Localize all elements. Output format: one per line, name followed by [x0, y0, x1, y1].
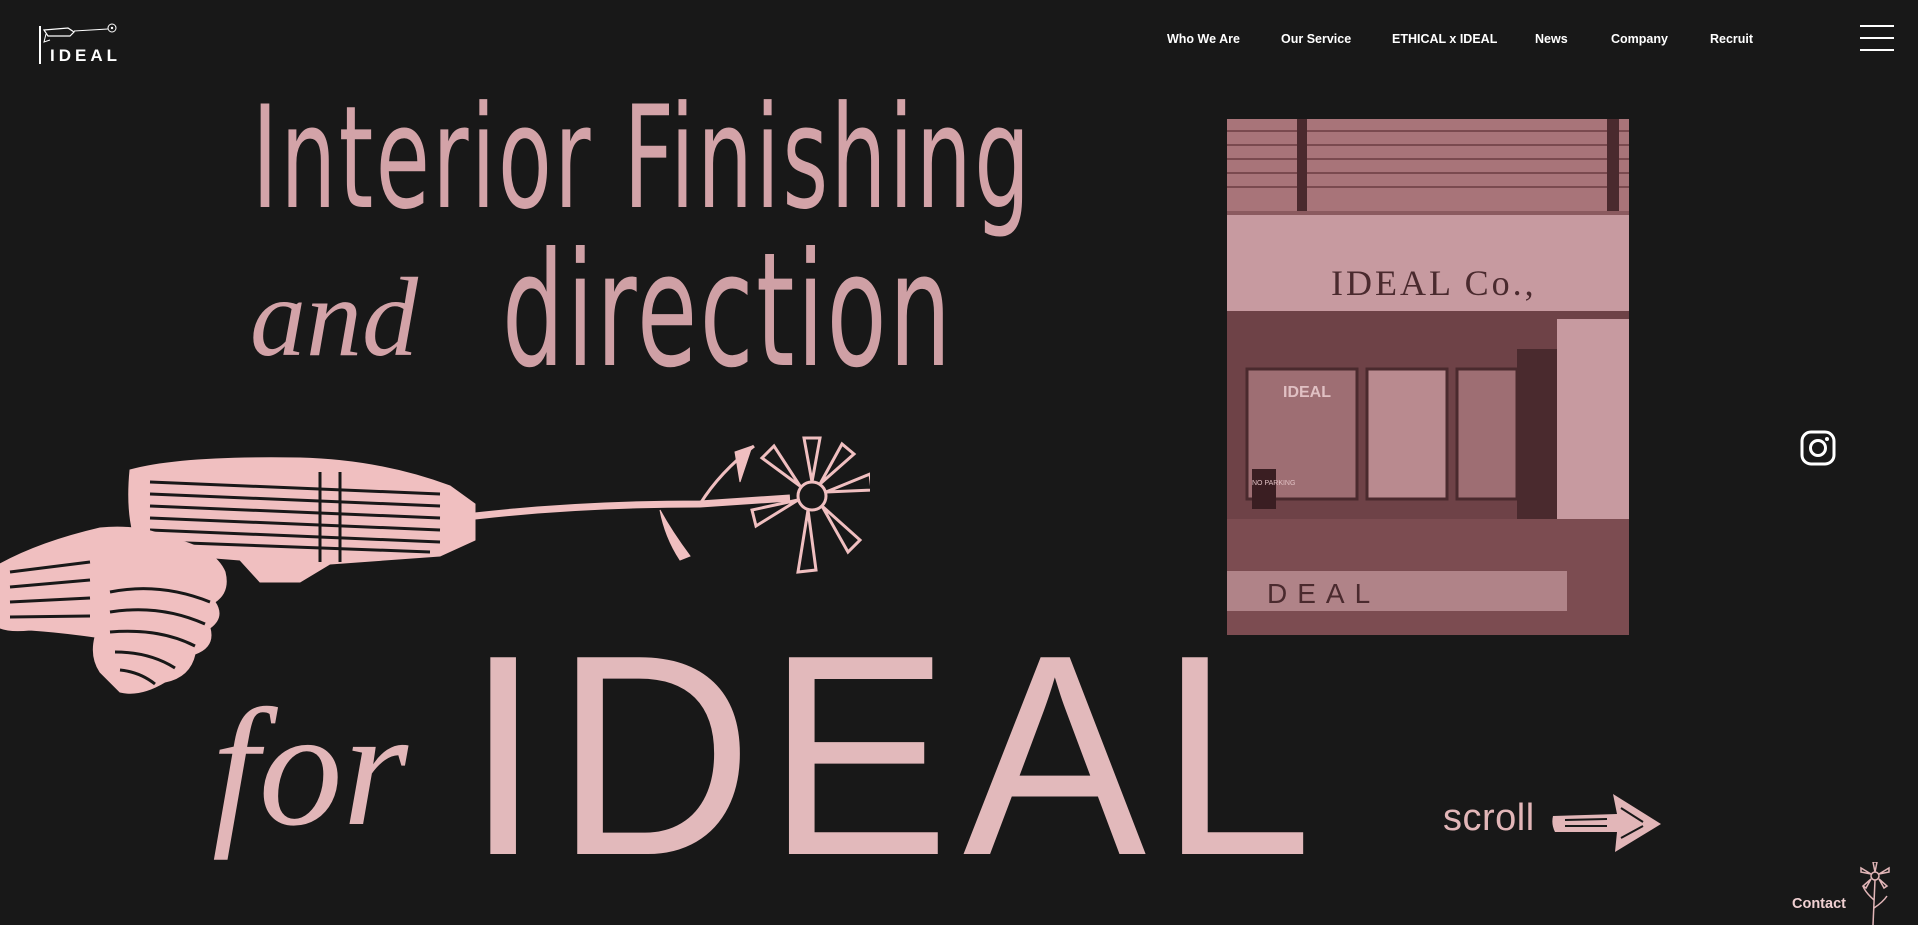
photo-sign-text: IDEAL Co., — [1331, 263, 1537, 303]
site-logo[interactable]: IDEAL — [38, 22, 122, 66]
photo-window-text: IDEAL — [1283, 384, 1331, 401]
nav-who-we-are[interactable]: Who We Are — [1167, 32, 1240, 46]
headline-and: and — [250, 256, 418, 380]
nav-news[interactable]: News — [1535, 32, 1568, 46]
nav-recruit[interactable]: Recruit — [1710, 32, 1753, 46]
headline-brand: IDEAL — [465, 595, 1326, 915]
scroll-indicator[interactable]: scroll — [1443, 794, 1661, 852]
contact-link[interactable]: Contact — [1792, 896, 1846, 912]
scroll-label: scroll — [1443, 797, 1535, 839]
photo-floor-text: DEAL — [1267, 578, 1380, 609]
storefront-photo: IDEAL Co., IDEAL NO PARKING DEAL — [1227, 119, 1629, 635]
nav-company[interactable]: Company — [1611, 32, 1668, 46]
flower-icon — [1860, 862, 1890, 925]
nav-our-service[interactable]: Our Service — [1281, 32, 1351, 46]
instagram-icon[interactable] — [1800, 430, 1836, 466]
photo-parking-text: NO PARKING — [1252, 480, 1295, 487]
headline-line-1: Interior Finishing — [252, 76, 1033, 241]
arrow-right-icon — [1552, 794, 1661, 852]
headline-line-2: direction — [502, 219, 954, 403]
nav-ethical-x-ideal[interactable]: ETHICAL x IDEAL — [1392, 32, 1497, 46]
hamburger-icon[interactable] — [1860, 25, 1894, 51]
headline-for: for — [212, 675, 409, 861]
logo-text: IDEAL — [50, 46, 121, 65]
